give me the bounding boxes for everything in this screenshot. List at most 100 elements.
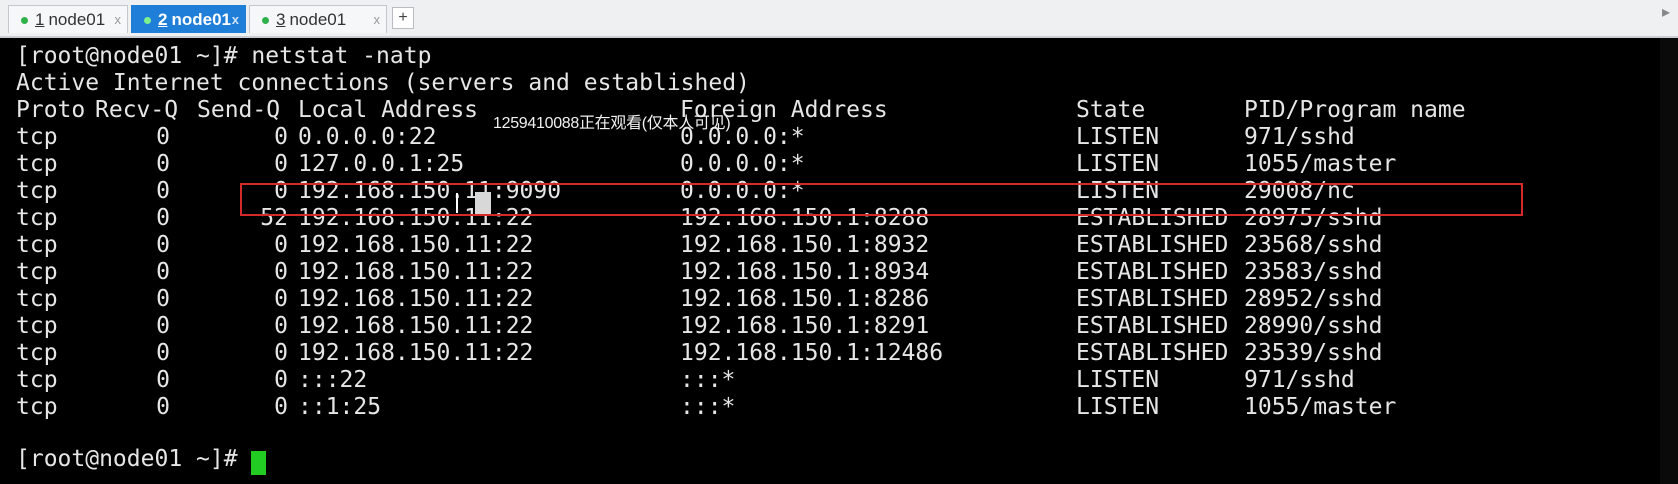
row-cell: tcp — [16, 232, 58, 258]
row-cell: 23583/sshd — [1244, 259, 1383, 285]
row-cell: 0 — [274, 340, 288, 366]
row-cell: 971/sshd — [1244, 124, 1355, 150]
close-icon[interactable]: x — [232, 6, 239, 34]
table-row: tcp 0 0 192.168.150.11:22 192.168.150.1:1248… — [16, 339, 1516, 367]
table-row: tcp 0 0::1:25:::* LISTEN 1055/master — [16, 393, 1516, 421]
row-cell: 0 — [274, 367, 288, 393]
add-tab-button[interactable]: + — [392, 7, 414, 29]
row-cell: tcp — [16, 367, 58, 393]
row-cell: 0 — [156, 259, 170, 285]
row-cell: 192.168.150.11:22 — [298, 232, 534, 258]
row-cell: 1055/master — [1244, 151, 1397, 177]
tab-label: node01 — [171, 10, 231, 29]
table-row: tcp 0 0 127.0.0.1:25 0.0.0.0:* LISTEN 1055/mas… — [16, 150, 1516, 178]
table-row: tcp 0 0 192.168.150.11:22 192.168.150.1:8932… — [16, 231, 1516, 259]
tab-1[interactable]: 1 node01 x — [8, 5, 128, 33]
row-cell: 0 — [156, 232, 170, 258]
column-header-row: Proto Recv-Q Send-Q Local Address Foreig… — [16, 96, 1516, 124]
row-cell: 0 — [274, 232, 288, 258]
final-prompt: [root@node01 ~]# — [16, 446, 252, 472]
row-cell: 192.168.150.11:22 — [298, 286, 534, 312]
table-row: tcp 0 0 192.168.150.11:22 192.168.150.1:8291… — [16, 312, 1516, 340]
row-cell: 0 — [156, 124, 170, 150]
column-header: Recv-Q — [95, 97, 179, 123]
tab-2[interactable]: 2 node01 x — [131, 5, 246, 33]
tab-number: 1 — [35, 10, 45, 29]
row-cell: 28990/sshd — [1244, 313, 1383, 339]
row-cell: 192.168.150.11:22 — [298, 259, 534, 285]
row-cell: 192.168.150.1:8932 — [680, 232, 930, 258]
close-icon[interactable]: x — [115, 6, 122, 34]
row-cell: LISTEN — [1076, 151, 1160, 177]
row-cell: LISTEN — [1076, 394, 1160, 420]
row-cell: 0 — [274, 313, 288, 339]
table-row: tcp 0 0:::22:::* LISTEN 971/sshd — [16, 366, 1516, 394]
row-cell: 0 — [156, 394, 170, 420]
terminal-output[interactable]: [root@node01 ~]# netstat -natp Active In… — [0, 38, 1660, 484]
row-cell: 127.0.0.1:25 — [298, 151, 465, 177]
tab-scroll-right-icon[interactable]: ▸ — [1662, 2, 1670, 22]
row-cell: 192.168.150.11:22 — [298, 340, 534, 366]
row-cell: :::* — [680, 367, 736, 393]
row-cell: 23539/sshd — [1244, 340, 1383, 366]
row-cell: 0 — [156, 367, 170, 393]
row-cell: ESTABLISHED — [1076, 259, 1229, 285]
row-cell: ::1:25 — [298, 394, 382, 420]
row-cell: LISTEN — [1076, 124, 1160, 150]
row-cell: 23568/sshd — [1244, 232, 1383, 258]
row-cell: ESTABLISHED — [1076, 286, 1229, 312]
row-cell: 971/sshd — [1244, 367, 1355, 393]
table-row: tcp 0 0 0.0.0.0:22 0.0.0.0:* LISTEN 971/sshd — [16, 123, 1516, 151]
row-cell: tcp — [16, 259, 58, 285]
row-cell: tcp — [16, 178, 58, 204]
column-header: State — [1076, 97, 1146, 123]
row-cell: 0 — [274, 151, 288, 177]
row-cell: 28952/sshd — [1244, 286, 1383, 312]
row-cell: 0 — [156, 178, 170, 204]
row-cell: 192.168.150.1:12486 — [680, 340, 944, 366]
tab-label: node01 — [289, 10, 347, 29]
row-cell: tcp — [16, 340, 58, 366]
row-cell: ESTABLISHED — [1076, 313, 1229, 339]
table-row: tcp 0 0 192.168.150.11:22 192.168.150.1:8286… — [16, 285, 1516, 313]
row-cell: 0.0.0.0:22 — [298, 124, 437, 150]
row-cell: 0 — [156, 151, 170, 177]
row-cell: ESTABLISHED — [1076, 232, 1229, 258]
row-cell: tcp — [16, 124, 58, 150]
row-cell: 192.168.150.1:8286 — [680, 286, 930, 312]
row-cell: 0 — [274, 124, 288, 150]
row-cell: 0 — [156, 340, 170, 366]
column-header: Local Address — [298, 97, 479, 123]
tab-label: node01 — [48, 10, 106, 29]
tab-bar: 1 node01 x 2 node01 x 3 node01 x + ▸ — [0, 0, 1678, 38]
row-cell: 192.168.150.1:8291 — [680, 313, 930, 339]
close-icon[interactable]: x — [374, 6, 381, 34]
command-line: [root@node01 ~]# netstat -natp — [16, 43, 432, 69]
connected-dot-icon — [21, 17, 28, 25]
row-cell: 0 — [274, 286, 288, 312]
table-row: tcp 0 0 192.168.150.11:22 192.168.150.1:8934… — [16, 258, 1516, 286]
row-cell: tcp — [16, 151, 58, 177]
netstat-title: Active Internet connections (servers and… — [16, 70, 750, 96]
row-cell: tcp — [16, 394, 58, 420]
highlight-box — [240, 183, 1523, 216]
tab-3[interactable]: 3 node01 x — [249, 5, 387, 33]
terminal-cursor — [251, 451, 266, 475]
row-cell: :::22 — [298, 367, 368, 393]
column-header: Proto — [16, 97, 86, 123]
row-cell: ESTABLISHED — [1076, 340, 1229, 366]
row-cell: 1055/master — [1244, 394, 1397, 420]
row-cell: 0 — [156, 205, 170, 231]
scrollbar[interactable] — [1660, 38, 1678, 484]
row-cell: :::* — [680, 394, 736, 420]
row-cell: 0.0.0.0:* — [680, 151, 805, 177]
row-cell: LISTEN — [1076, 367, 1160, 393]
row-cell: 0 — [156, 313, 170, 339]
connected-dot-icon — [144, 17, 151, 25]
row-cell: 192.168.150.1:8934 — [680, 259, 930, 285]
ibeam-cursor-icon — [456, 193, 461, 213]
row-cell: 192.168.150.11:22 — [298, 313, 534, 339]
row-cell: tcp — [16, 286, 58, 312]
row-cell: tcp — [16, 313, 58, 339]
row-cell: 0 — [274, 259, 288, 285]
